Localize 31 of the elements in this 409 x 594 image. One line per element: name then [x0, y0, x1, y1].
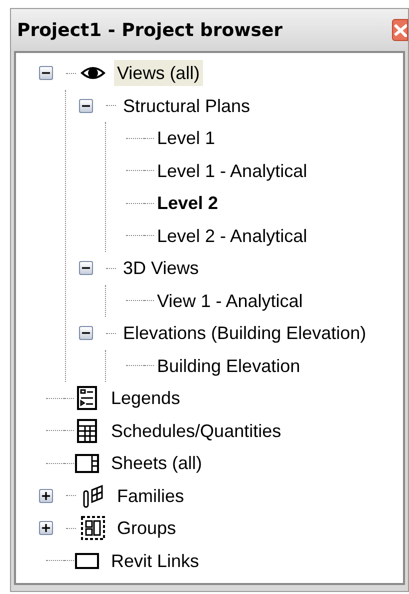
tree-item[interactable]: Building Elevation	[154, 352, 304, 379]
tree-item[interactable]: Views (all)	[114, 60, 203, 86]
window-title: Project1 - Project browser	[17, 18, 283, 42]
tree-item[interactable]: Level 2	[154, 190, 222, 216]
collapse-toggle[interactable]	[79, 326, 93, 340]
tree-item[interactable]: Level 2 - Analytical	[154, 222, 310, 249]
tree-item[interactable]: View 1 - Analytical	[154, 288, 306, 314]
tree-item[interactable]: Structural Plans	[120, 92, 254, 119]
collapse-toggle[interactable]	[79, 98, 93, 113]
tree-item[interactable]: Sheets (all)	[108, 450, 206, 476]
close-icon	[393, 23, 407, 37]
collapse-toggle[interactable]	[39, 66, 53, 80]
collapse-toggle[interactable]	[79, 261, 93, 276]
plus-icon	[42, 524, 50, 532]
group-icon	[80, 516, 106, 540]
plus-icon	[42, 492, 50, 500]
sheet-icon	[74, 451, 100, 476]
legend-icon	[74, 386, 100, 410]
tree-item[interactable]: Elevations (Building Elevation)	[120, 320, 370, 346]
tree-item[interactable]: Legends	[108, 385, 184, 412]
tree-item[interactable]: Revit Links	[108, 548, 202, 574]
expand-toggle[interactable]	[39, 521, 53, 536]
tree-item[interactable]: Schedules/Quantities	[108, 418, 284, 444]
tree-item[interactable]: 3D Views	[120, 255, 202, 282]
tree-item[interactable]: Groups	[114, 515, 180, 542]
table-icon	[74, 418, 100, 443]
tree-item[interactable]: Level 1 - Analytical	[154, 158, 310, 184]
expand-toggle[interactable]	[39, 488, 53, 503]
close-button[interactable]	[392, 19, 408, 41]
tree-item[interactable]: Level 1	[154, 125, 218, 152]
tree-item[interactable]: Families	[114, 482, 188, 509]
